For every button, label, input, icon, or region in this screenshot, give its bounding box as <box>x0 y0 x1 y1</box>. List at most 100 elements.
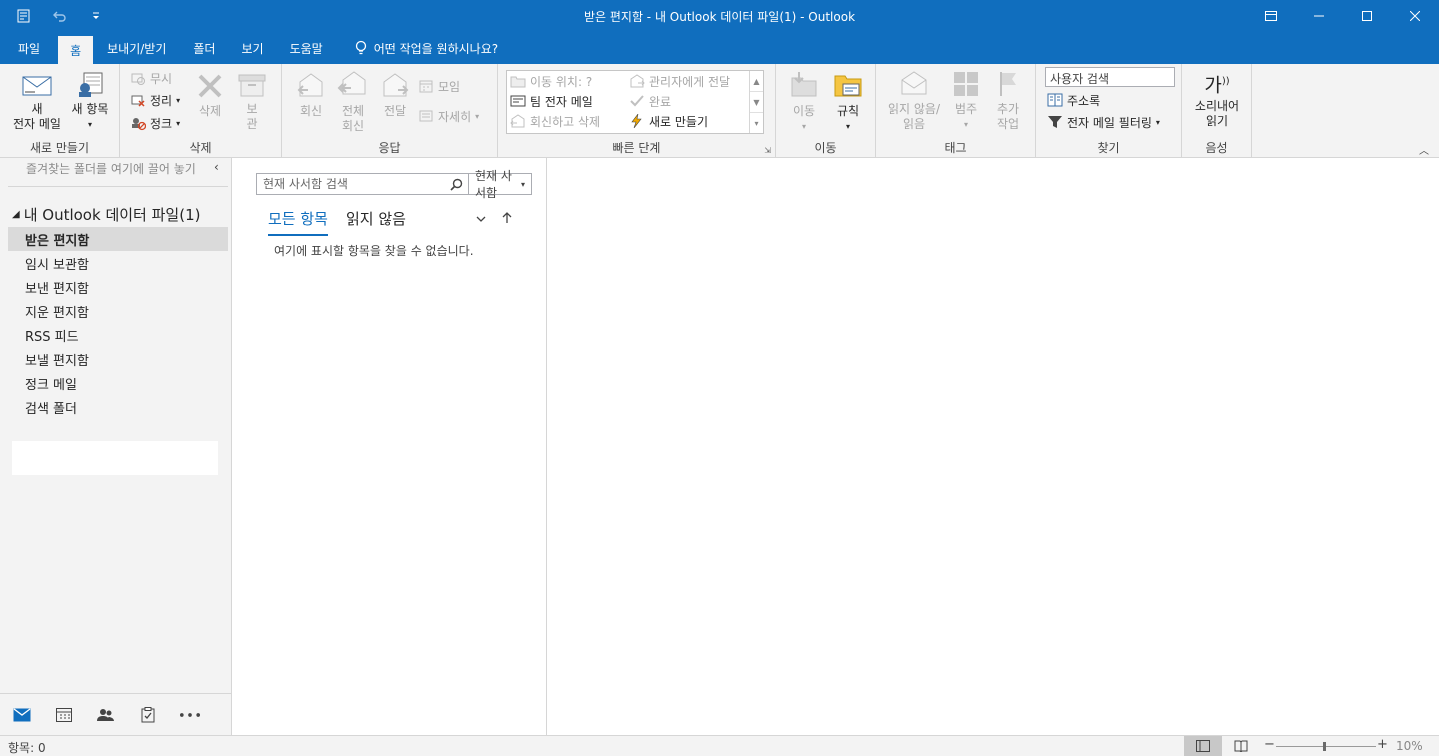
ignore-icon <box>131 73 145 85</box>
read-aloud-button[interactable]: 가)) 소리내어 읽기 <box>1187 70 1247 129</box>
search-scope-dropdown[interactable]: 현재 사서함 ▾ <box>469 169 531 200</box>
delete-button[interactable]: 삭제 <box>192 72 228 119</box>
group-find-label: 찾기 <box>1097 141 1120 155</box>
reading-pane <box>548 158 1439 735</box>
envelope-icon <box>22 76 52 96</box>
reply-button[interactable]: 회신 <box>292 72 330 119</box>
new-items-icon <box>79 72 103 97</box>
unread-read-button[interactable]: 읽지 않음/ 읽음 <box>882 70 946 132</box>
quick-steps-scroll[interactable]: ▲ ▼ ▾ <box>749 71 763 133</box>
rules-icon <box>834 75 862 97</box>
quick-step-team-email[interactable]: 팀 전자 메일 <box>510 91 593 111</box>
search-input[interactable] <box>257 174 445 194</box>
meeting-icon <box>419 80 433 93</box>
tab-file[interactable]: 파일 <box>0 32 58 64</box>
group-delete-label: 삭제 <box>189 141 212 155</box>
ribbon-display-icon[interactable] <box>1247 0 1295 32</box>
tasks-icon[interactable] <box>138 705 158 725</box>
sort-dropdown-icon[interactable] <box>476 212 486 228</box>
more-respond-button[interactable]: 자세히 ▾ <box>418 106 479 126</box>
filter-email-button[interactable]: 전자 메일 필터링 ▾ <box>1047 112 1160 132</box>
reply-all-button[interactable]: 전체 회신 <box>334 70 372 134</box>
collapse-pane-icon[interactable]: ‹ <box>214 160 219 174</box>
quick-step-move-to[interactable]: 이동 위치: ? <box>510 71 592 91</box>
folder-rss[interactable]: RSS 피드 <box>8 323 228 347</box>
follow-up-button[interactable]: 추가 작업 <box>988 70 1028 132</box>
scroll-down-icon[interactable]: ▼ <box>750 92 763 113</box>
archive-button[interactable]: 보 관 <box>232 72 272 132</box>
group-speech-label: 음성 <box>1205 141 1228 155</box>
lightning-icon <box>631 114 642 128</box>
quick-step-done[interactable]: 완료 <box>629 91 671 111</box>
blank-panel <box>12 441 218 475</box>
funnel-icon <box>1048 116 1062 128</box>
tell-me-box[interactable]: 어떤 작업을 원하시나요? <box>336 32 498 64</box>
quick-step-to-manager[interactable]: 관리자에게 전달 <box>629 71 730 91</box>
scroll-up-icon[interactable]: ▲ <box>750 71 763 92</box>
move-button[interactable]: 이동 ▾ <box>784 70 824 134</box>
zoom-level[interactable]: 10% <box>1396 739 1423 753</box>
quick-step-create-new[interactable]: 새로 만들기 <box>629 111 708 131</box>
folder-pane: 즐겨찾는 폴더를 여기에 끌어 놓기 ‹ ◢ 내 Outlook 데이터 파일(… <box>0 158 232 735</box>
filter-all[interactable]: 모든 항목 <box>268 208 328 236</box>
group-speech: 가)) 소리내어 읽기 음성 <box>1182 64 1252 158</box>
search-people-input[interactable]: 사용자 검색 <box>1045 67 1175 87</box>
group-new: 새 전자 메일 새 항목 ▾ 새로 만들기 <box>0 64 120 158</box>
favorites-hint: 즐겨찾는 폴더를 여기에 끌어 놓기 <box>26 162 196 176</box>
clean-up-button[interactable]: 정리 ▾ <box>130 90 180 110</box>
folder-move-icon <box>510 76 526 88</box>
collapse-ribbon-icon[interactable]: ︿ <box>1419 142 1429 157</box>
minimize-icon[interactable] <box>1295 0 1343 32</box>
data-file-root[interactable]: ◢ 내 Outlook 데이터 파일(1) <box>12 204 200 225</box>
calendar-icon[interactable] <box>54 705 74 725</box>
folder-drafts[interactable]: 임시 보관함 <box>8 251 228 275</box>
more-icon <box>419 110 433 122</box>
move-folder-icon <box>791 72 817 97</box>
maximize-icon[interactable] <box>1343 0 1391 32</box>
dialog-launcher-icon[interactable]: ⇲ <box>764 146 771 155</box>
group-new-label: 새로 만들기 <box>29 141 89 155</box>
tab-home[interactable]: 홈 <box>58 36 94 64</box>
tab-view[interactable]: 보기 <box>228 32 276 64</box>
junk-button[interactable]: 정크 ▾ <box>130 113 180 133</box>
expand-gallery-icon[interactable]: ▾ <box>750 113 763 133</box>
zoom-slider-thumb[interactable] <box>1323 742 1326 751</box>
item-count: 항목: 0 <box>8 741 46 755</box>
sort-direction-icon[interactable] <box>502 212 512 228</box>
folder-junk[interactable]: 정크 메일 <box>8 371 228 395</box>
tab-folder[interactable]: 폴더 <box>180 32 228 64</box>
folder-inbox[interactable]: 받은 편지함 <box>8 227 228 251</box>
zoom-in-button[interactable]: + <box>1377 737 1388 752</box>
folder-sent[interactable]: 보낸 편지함 <box>8 275 228 299</box>
group-quick-steps-label: 빠른 단계 <box>612 141 661 155</box>
filter-unread[interactable]: 읽지 않음 <box>346 208 406 236</box>
junk-icon <box>132 118 146 131</box>
tab-help[interactable]: 도움말 <box>277 32 336 64</box>
new-email-button[interactable]: 새 전자 메일 <box>6 74 68 132</box>
more-apps-icon[interactable] <box>180 705 200 725</box>
folder-outbox[interactable]: 보낼 편지함 <box>8 347 228 371</box>
forward-button[interactable]: 전달 <box>376 72 414 119</box>
expand-triangle-icon[interactable]: ◢ <box>12 209 20 220</box>
group-delete: 무시 정리 ▾ 정크 ▾ 삭제 보 관 삭제 <box>120 64 282 158</box>
zoom-out-button[interactable]: − <box>1264 737 1275 752</box>
mail-icon[interactable] <box>12 705 32 725</box>
quick-step-reply-delete[interactable]: 회신하고 삭제 <box>510 111 600 131</box>
ignore-button[interactable]: 무시 <box>130 68 172 88</box>
tab-send-receive[interactable]: 보내기/받기 <box>93 32 180 64</box>
rules-button[interactable]: 규칙 ▾ <box>828 70 868 134</box>
categorize-button[interactable]: 범주 ▾ <box>948 70 984 132</box>
normal-view-icon[interactable] <box>1184 736 1222 756</box>
ribbon: 새 전자 메일 새 항목 ▾ 새로 만들기 무시 정리 ▾ 정크 ▾ 삭제 보 … <box>0 64 1439 158</box>
new-items-button[interactable]: 새 항목 ▾ <box>66 70 114 132</box>
meeting-button[interactable]: 모임 <box>418 76 460 96</box>
folder-search[interactable]: 검색 폴더 <box>8 395 228 419</box>
zoom-slider[interactable] <box>1276 746 1376 747</box>
search-icon[interactable] <box>445 174 469 194</box>
address-book-button[interactable]: 주소록 <box>1047 90 1100 110</box>
people-icon[interactable] <box>96 705 116 725</box>
reply-icon <box>297 73 323 97</box>
folder-deleted[interactable]: 지운 편지함 <box>8 299 228 323</box>
close-icon[interactable] <box>1391 0 1439 32</box>
reading-view-icon[interactable] <box>1226 736 1256 756</box>
